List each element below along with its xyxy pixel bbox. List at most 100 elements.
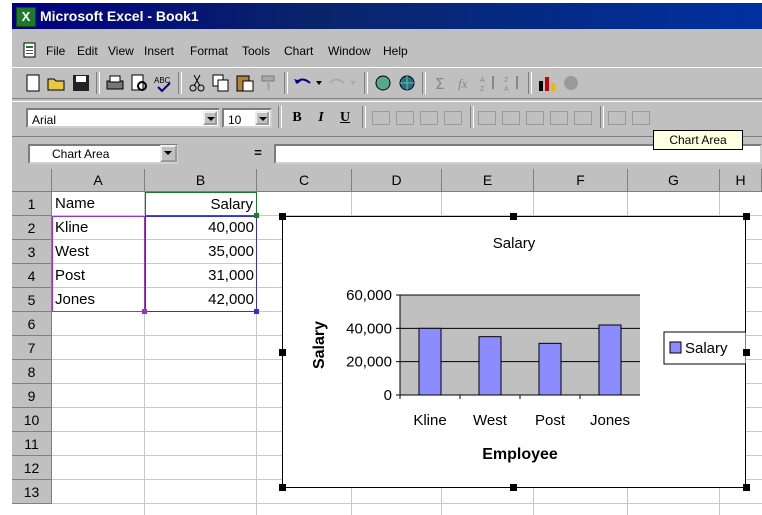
column-header-h[interactable]: H <box>720 169 762 192</box>
merge-center-icon[interactable] <box>444 111 462 125</box>
menu-edit[interactable]: Edit <box>77 39 98 63</box>
menu-format[interactable]: Format <box>190 39 228 63</box>
y-axis-title[interactable]: Salary <box>311 321 328 369</box>
row-header-4[interactable]: 4 <box>12 264 52 288</box>
range-handle[interactable] <box>254 309 259 314</box>
name-box[interactable]: Chart Area <box>28 144 178 164</box>
column-header-f[interactable]: F <box>534 169 628 192</box>
column-header-a[interactable]: A <box>52 169 145 192</box>
save-icon[interactable] <box>70 73 92 93</box>
format-painter-icon[interactable] <box>258 73 280 93</box>
chart-resize-handle[interactable] <box>279 213 286 220</box>
excel-app-icon[interactable]: X <box>16 7 36 27</box>
workbook-icon[interactable] <box>22 42 38 58</box>
cut-icon[interactable] <box>186 73 208 93</box>
italic-button[interactable]: I <box>310 108 332 128</box>
menu-window[interactable]: Window <box>328 39 371 63</box>
chart-resize-handle[interactable] <box>279 484 286 491</box>
menu-chart[interactable]: Chart <box>284 39 313 63</box>
column-header-g[interactable]: G <box>628 169 720 192</box>
data-bar[interactable] <box>538 342 562 396</box>
chart-resize-handle[interactable] <box>743 484 750 491</box>
decrease-indent-icon[interactable] <box>608 111 626 125</box>
font-dropdown-icon[interactable] <box>203 111 217 125</box>
x-axis-title[interactable]: Employee <box>482 446 558 463</box>
column-header-c[interactable]: C <box>257 169 352 192</box>
chart-title[interactable]: Salary <box>493 235 536 252</box>
menu-help[interactable]: Help <box>383 39 408 63</box>
chart-wizard-icon[interactable] <box>536 73 558 93</box>
sort-descending-icon[interactable]: ZA <box>502 73 524 93</box>
size-dropdown-icon[interactable] <box>255 111 269 125</box>
menu-insert[interactable]: Insert <box>144 39 174 63</box>
embedded-chart[interactable]: Salary 0 20,000 40,000 60,000 Kline West Post… <box>282 216 746 488</box>
row-header-1[interactable]: 1 <box>12 192 52 216</box>
data-bar[interactable] <box>418 327 442 396</box>
column-header-d[interactable]: D <box>352 169 442 192</box>
row-header-7[interactable]: 7 <box>12 336 52 360</box>
row-header-5[interactable]: 5 <box>12 288 52 312</box>
name-box-dropdown-icon[interactable] <box>160 145 177 162</box>
comma-style-icon[interactable] <box>526 111 544 125</box>
chart-resize-handle[interactable] <box>743 349 750 356</box>
print-icon[interactable] <box>104 73 126 93</box>
align-center-icon[interactable] <box>396 111 414 125</box>
redo-icon[interactable] <box>326 73 360 93</box>
font-name-box[interactable]: Arial <box>26 108 220 128</box>
worksheet-grid[interactable]: A B C D E F G H 1 2 3 4 5 6 7 8 9 10 11 … <box>12 169 762 515</box>
range-handle[interactable] <box>142 309 147 314</box>
data-bar[interactable] <box>598 324 622 396</box>
percent-icon[interactable] <box>502 111 520 125</box>
font-size-box[interactable]: 10 <box>222 108 272 128</box>
row-header-12[interactable]: 12 <box>12 456 52 480</box>
chart-resize-handle[interactable] <box>510 213 517 220</box>
legend[interactable]: Salary <box>663 331 746 365</box>
increase-indent-icon[interactable] <box>632 111 650 125</box>
new-icon[interactable] <box>22 73 44 93</box>
row-header-3[interactable]: 3 <box>12 240 52 264</box>
row-header-10[interactable]: 10 <box>12 408 52 432</box>
edit-formula-button[interactable]: = <box>248 144 268 162</box>
chart-resize-handle[interactable] <box>743 213 750 220</box>
map-icon[interactable] <box>560 73 582 93</box>
bold-button[interactable]: B <box>286 108 308 128</box>
autosum-icon[interactable]: Σ <box>430 73 452 93</box>
row-header-9[interactable]: 9 <box>12 384 52 408</box>
sort-ascending-icon[interactable]: AZ <box>478 73 500 93</box>
cell-a1[interactable]: Name <box>52 192 145 216</box>
paste-function-icon[interactable]: fx <box>454 73 476 93</box>
currency-icon[interactable] <box>478 111 496 125</box>
svg-text:fx: fx <box>458 76 468 91</box>
menu-file[interactable]: File <box>46 39 65 63</box>
row-header-2[interactable]: 2 <box>12 216 52 240</box>
chart-resize-handle[interactable] <box>510 484 517 491</box>
chart-resize-handle[interactable] <box>279 349 286 356</box>
row-header-13[interactable]: 13 <box>12 480 52 504</box>
range-handle[interactable] <box>254 213 259 218</box>
print-preview-icon[interactable] <box>128 73 150 93</box>
data-bar[interactable] <box>478 336 502 396</box>
cell-b1[interactable]: Salary <box>145 192 257 216</box>
increase-decimal-icon[interactable] <box>550 111 568 125</box>
undo-icon[interactable] <box>292 73 326 93</box>
svg-text:Z: Z <box>480 86 485 93</box>
paste-icon[interactable] <box>234 73 256 93</box>
menu-view[interactable]: View <box>108 39 134 63</box>
align-left-icon[interactable] <box>372 111 390 125</box>
select-all-corner[interactable] <box>12 169 52 192</box>
decrease-decimal-icon[interactable] <box>574 111 592 125</box>
column-header-e[interactable]: E <box>442 169 534 192</box>
title-bar[interactable]: X Microsoft Excel - Book1 <box>12 3 762 29</box>
column-header-b[interactable]: B <box>145 169 257 192</box>
hyperlink-icon[interactable] <box>372 73 394 93</box>
web-toolbar-icon[interactable] <box>396 73 418 93</box>
row-header-6[interactable]: 6 <box>12 312 52 336</box>
row-header-11[interactable]: 11 <box>12 432 52 456</box>
underline-button[interactable]: U <box>334 108 356 128</box>
open-icon[interactable] <box>46 73 68 93</box>
row-header-8[interactable]: 8 <box>12 360 52 384</box>
copy-icon[interactable] <box>210 73 232 93</box>
spelling-icon[interactable]: ABC <box>152 73 174 93</box>
align-right-icon[interactable] <box>420 111 438 125</box>
menu-tools[interactable]: Tools <box>242 39 270 63</box>
